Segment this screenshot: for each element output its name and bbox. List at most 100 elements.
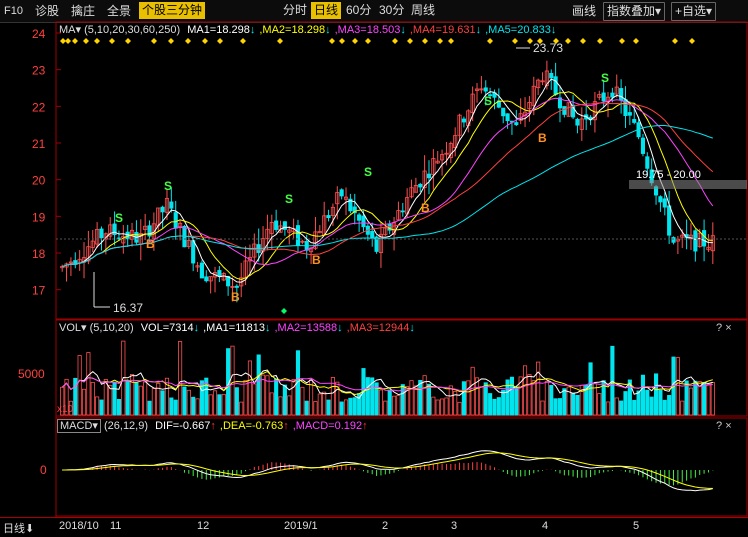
volume-bar: [322, 391, 327, 416]
signal-diamond-icon: [352, 38, 358, 44]
volume-bar: [702, 381, 707, 416]
period-mode-select[interactable]: 日线⬇: [3, 520, 34, 536]
candle-body: [553, 76, 558, 95]
signal-diamond-icon: [365, 38, 371, 44]
volume-bar: [291, 379, 296, 416]
volume-bar: [147, 400, 152, 416]
candle-body: [693, 230, 698, 252]
volume-bar: [501, 389, 506, 416]
volume-bar: [313, 401, 318, 416]
candle-body: [295, 225, 301, 246]
volume-bar: [252, 383, 257, 416]
volume-bar: [287, 395, 292, 416]
volume-bar: [562, 388, 567, 416]
sell-signal-marker: S: [484, 94, 492, 108]
signal-diamond-icon: [202, 38, 208, 44]
volume-bar: [256, 354, 261, 416]
signal-diamond-icon: [339, 38, 345, 44]
signal-diamond-icon: [392, 38, 398, 44]
candle-body: [671, 237, 676, 243]
volume-bar: [348, 397, 353, 416]
candle-body: [575, 118, 580, 126]
signal-diamond-icon: [619, 38, 625, 44]
volume-bar: [474, 377, 480, 416]
volume-bar: [304, 400, 309, 416]
candlestick-panel: [60, 38, 715, 303]
candle-body: [702, 230, 707, 247]
volume-bar: [667, 395, 672, 416]
signal-diamond-icon: [240, 38, 246, 44]
candle-body: [505, 113, 510, 122]
ma-line: [62, 78, 713, 283]
green-diamond-icon: [281, 308, 287, 314]
volume-bar: [605, 401, 611, 416]
price-tick-label: 23: [32, 64, 46, 78]
volume-bar: [339, 401, 344, 416]
volume-bar: [483, 382, 488, 416]
volume-bar: [239, 401, 244, 416]
volume-bar: [544, 380, 549, 416]
volume-bar: [134, 382, 139, 416]
date-label: 12: [197, 520, 210, 532]
volume-bar: [706, 383, 711, 416]
signal-diamond-icon: [597, 38, 603, 44]
volume-bar: [77, 355, 82, 416]
date-label: 2019/1: [284, 520, 318, 532]
signal-diamond-icon: [672, 38, 678, 44]
price-tick-label: 18: [32, 247, 46, 261]
signal-diamond-icon: [94, 38, 100, 44]
volume-bar: [247, 360, 253, 416]
macd-tick-label: 0: [40, 463, 47, 477]
volume-bar: [343, 399, 349, 416]
sell-signal-marker: S: [364, 165, 372, 179]
signal-diamond-icon: [487, 38, 493, 44]
volume-panel: [60, 340, 715, 416]
ma-line: [62, 102, 714, 268]
date-label: 3: [451, 520, 458, 532]
candle-body: [549, 72, 554, 79]
volume-bar: [645, 389, 650, 416]
volume-bar: [173, 399, 178, 416]
volume-bar: [619, 400, 624, 416]
volume-bar: [693, 380, 698, 416]
date-label: 4: [542, 520, 549, 532]
date-label: 5: [633, 520, 640, 532]
volume-bar: [178, 341, 183, 416]
volume-bar: [575, 395, 580, 416]
volume-bar: [448, 385, 453, 416]
volume-bar: [710, 382, 715, 416]
volume-bar: [221, 393, 226, 416]
volume-bar: [680, 400, 685, 416]
volume-bar: [540, 400, 545, 416]
volume-bar: [461, 381, 466, 416]
volume-bar: [522, 365, 528, 416]
high-price-label: 23.73: [533, 41, 563, 55]
candle-body: [339, 189, 344, 197]
volume-bar: [391, 395, 397, 416]
volume-bar: [509, 376, 515, 416]
price-tick-label: 24: [32, 27, 46, 41]
buy-signal-marker: B: [231, 290, 240, 304]
signal-diamond-icon: [151, 38, 157, 44]
volume-bar: [649, 396, 654, 416]
volume-bar: [90, 381, 95, 416]
volume-bar: [614, 397, 619, 416]
macd-panel: [62, 450, 714, 492]
volume-bar: [387, 389, 392, 416]
volume-bar: [592, 383, 597, 416]
candle-body: [191, 240, 196, 264]
volume-bar: [527, 374, 532, 416]
candle-body: [234, 285, 239, 288]
candle-body: [619, 88, 624, 101]
macd-line: [62, 452, 713, 489]
candle-body: [483, 87, 488, 92]
volume-bar: [396, 395, 401, 416]
signal-diamond-icon: [689, 38, 695, 44]
stock-chart[interactable]: 24232221201918175000x100 SSSSSSBBBBB23.7…: [0, 0, 748, 517]
date-axis-bar: 日线⬇ 2018/10 11 12 2019/1 2 3 4 5: [0, 517, 748, 537]
volume-bar: [488, 393, 493, 416]
volume-bar: [658, 389, 663, 416]
volume-bar: [186, 389, 191, 416]
signal-diamond-icon: [65, 38, 71, 44]
signal-diamond-icon: [633, 38, 639, 44]
